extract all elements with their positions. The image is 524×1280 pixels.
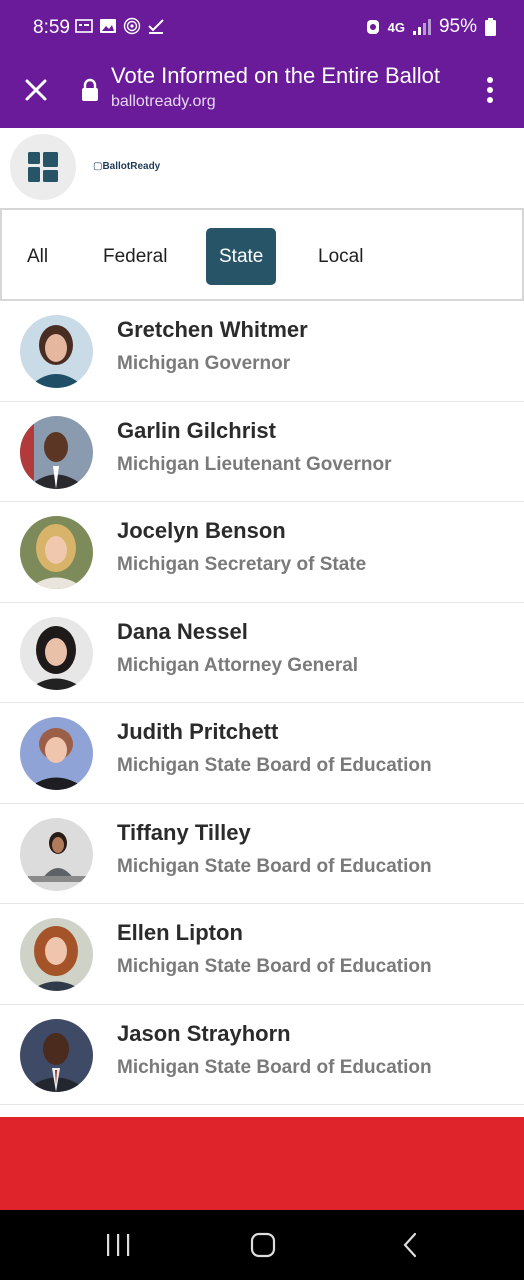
candidate-office: Michigan Governor — [117, 353, 291, 374]
battery-icon — [485, 18, 496, 36]
list-item[interactable]: Tiffany Tilley Michigan State Board of E… — [0, 804, 524, 904]
avatar — [20, 918, 93, 991]
avatar — [20, 616, 93, 690]
candidate-name: Tiffany Tilley — [117, 819, 251, 845]
candidate-name: Dana Nessel — [117, 618, 248, 644]
list-item[interactable]: Jason Strayhorn Michigan State Board of … — [0, 1005, 524, 1105]
candidate-office: Michigan Secretary of State — [117, 554, 367, 575]
list-item[interactable]: Judith Pritchett Michigan State Board of… — [0, 703, 524, 804]
list-item[interactable]: Jocelyn Benson Michigan Secretary of Sta… — [0, 502, 524, 603]
list-item[interactable]: Ellen Lipton Michigan State Board of Edu… — [0, 904, 524, 1005]
list-item[interactable]: Dana Nessel Michigan Attorney General — [0, 603, 524, 703]
candidate-office: Michigan State Board of Education — [117, 1056, 432, 1078]
candidate-name: Jocelyn Benson — [117, 518, 286, 543]
battery-percent: 95% — [438, 16, 477, 37]
candidate-name: Gretchen Whitmer — [117, 317, 308, 342]
system-nav-bar — [0, 1210, 524, 1280]
tab-all[interactable]: All — [14, 228, 61, 285]
alarm-icon — [366, 20, 379, 34]
image-notification-icon — [100, 19, 116, 33]
candidate-office: Michigan State Board of Education — [117, 755, 432, 776]
candidate-office: Michigan State Board of Education — [117, 855, 432, 877]
page-title: Vote Informed on the Entire Ballot — [111, 63, 440, 88]
brand-logo[interactable]: ▢BallotReady — [93, 161, 160, 172]
avatar — [20, 1018, 93, 1092]
brand-name: BallotReady — [102, 161, 161, 172]
candidate-office: Michigan Attorney General — [117, 654, 359, 676]
avatar — [20, 516, 93, 589]
gallery-notification-icon — [75, 19, 93, 33]
recent-apps-icon[interactable] — [103, 1230, 133, 1260]
tab-federal[interactable]: Federal — [90, 228, 180, 285]
notification-icons — [75, 17, 165, 35]
close-icon[interactable] — [20, 74, 52, 106]
lock-icon — [82, 78, 98, 101]
signal-icon — [412, 19, 431, 35]
candidate-office: Michigan Lieutenant Governor — [117, 453, 392, 475]
dashboard-grid-icon — [28, 152, 58, 182]
status-bar: 8:59 4G 95% — [0, 0, 524, 56]
candidate-list: Gretchen Whitmer Michigan Governor Garli… — [0, 301, 524, 1105]
home-icon[interactable] — [248, 1230, 278, 1260]
page-domain: ballotready.org — [111, 93, 216, 110]
candidate-name: Judith Pritchett — [117, 719, 279, 744]
tab-local[interactable]: Local — [305, 228, 376, 285]
candidate-name: Jason Strayhorn — [117, 1020, 291, 1046]
tab-state[interactable]: State — [206, 228, 277, 285]
dashboard-button[interactable] — [10, 134, 76, 200]
browser-toolbar: Vote Informed on the Entire Ballot ballo… — [0, 56, 524, 128]
avatar — [20, 817, 93, 891]
status-time: 8:59 — [33, 17, 70, 38]
candidate-name: Ellen Lipton — [117, 920, 243, 945]
candidate-name: Garlin Gilchrist — [117, 417, 276, 443]
fingerprint-icon — [123, 17, 141, 35]
avatar — [20, 315, 93, 388]
back-icon[interactable] — [395, 1230, 425, 1260]
level-tabs: All Federal State Local — [0, 208, 524, 301]
network-label: 4G — [387, 19, 405, 35]
site-header: ▢BallotReady — [0, 128, 524, 208]
more-options-icon[interactable] — [478, 72, 502, 108]
bottom-banner[interactable] — [0, 1117, 524, 1210]
avatar — [20, 717, 93, 790]
status-right: 4G 95% — [366, 16, 496, 38]
candidate-office: Michigan State Board of Education — [117, 956, 432, 977]
list-item[interactable]: Garlin Gilchrist Michigan Lieutenant Gov… — [0, 402, 524, 502]
check-notification-icon — [148, 19, 164, 34]
list-item[interactable]: Gretchen Whitmer Michigan Governor — [0, 301, 524, 402]
avatar — [20, 415, 93, 489]
